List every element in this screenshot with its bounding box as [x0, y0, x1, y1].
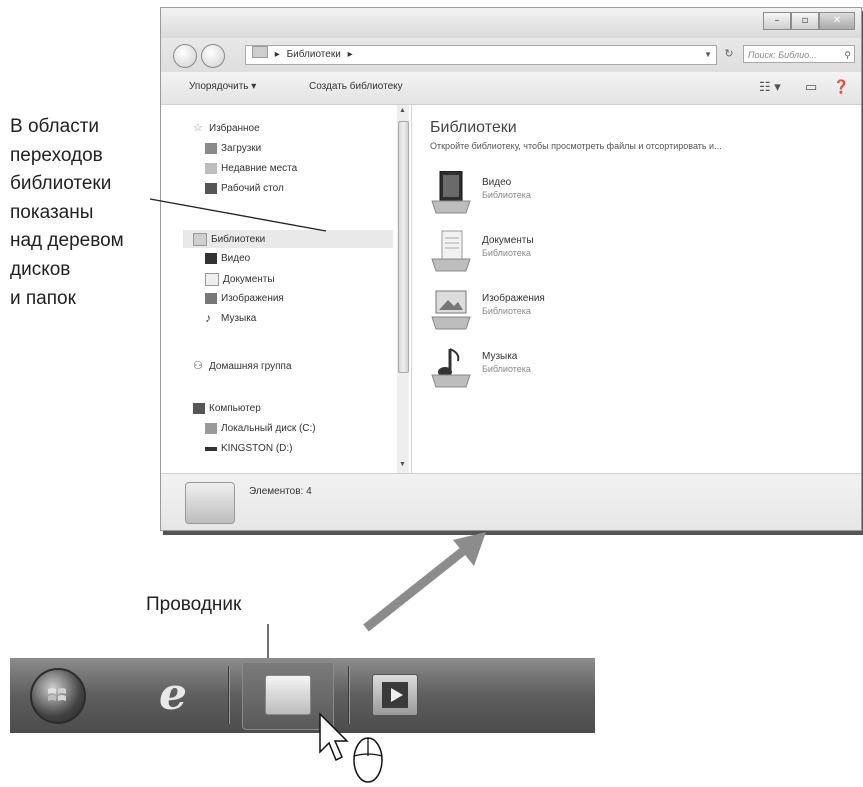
windows-logo-icon [48, 688, 66, 701]
folder-icon [265, 675, 311, 715]
media-player-icon[interactable] [372, 674, 418, 716]
taskbar: e [10, 658, 595, 733]
explorer-callout-label: Проводник [146, 594, 242, 615]
internet-explorer-icon[interactable]: e [150, 672, 196, 718]
arrow-head-icon [453, 532, 486, 566]
taskbar-separator [228, 666, 229, 724]
play-icon [382, 682, 408, 708]
window-open-arrow [363, 540, 475, 632]
start-button[interactable] [30, 668, 86, 724]
mouse-cursor-icon [319, 712, 383, 783]
annotation-leader-line [149, 198, 327, 232]
